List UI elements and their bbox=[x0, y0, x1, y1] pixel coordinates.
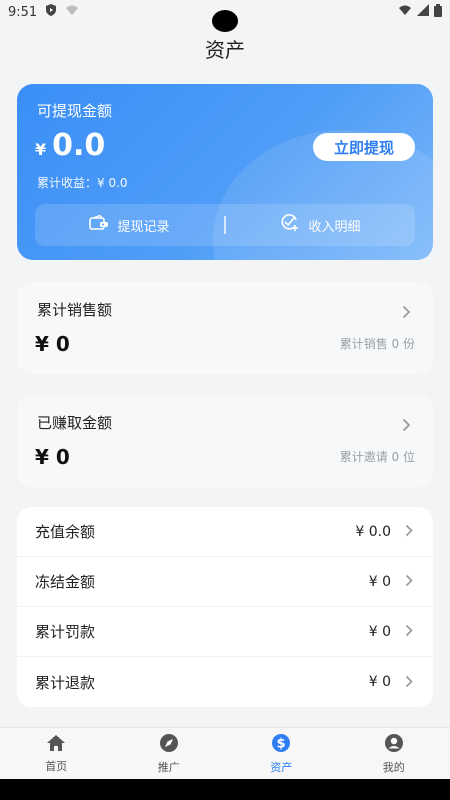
wallet-actions: 提现记录 收入明细 bbox=[35, 204, 415, 246]
status-time: 9:51 bbox=[8, 4, 38, 20]
balance-label: 冻结金额 bbox=[35, 573, 96, 591]
chevron-right-icon bbox=[405, 622, 413, 641]
chevron-right-icon bbox=[402, 304, 411, 323]
income-check-icon bbox=[280, 214, 300, 236]
page-title: 资产 bbox=[205, 38, 245, 62]
wallet-card: 可提现金额 ¥ 0.0 立即提现 累计收益：¥ 0.0 提现记录 收入明细 bbox=[17, 84, 433, 260]
balance-value: ¥ 0 bbox=[368, 623, 391, 640]
withdrawable-label: 可提现金额 bbox=[37, 102, 113, 120]
balance-value: ¥ 0 bbox=[368, 674, 391, 690]
tab-assets[interactable]: $ 资产 bbox=[225, 728, 338, 779]
balance-label: 累计罚款 bbox=[35, 623, 96, 641]
withdrawable-amount: ¥ 0.0 bbox=[35, 128, 105, 163]
list-item-frozen-amount[interactable]: 冻结金额 ¥ 0 bbox=[17, 557, 433, 607]
earned-amount-value: ¥ 0 bbox=[35, 445, 70, 469]
income-detail-button[interactable]: 收入明细 bbox=[226, 214, 415, 236]
tab-label: 资产 bbox=[270, 760, 293, 774]
bottom-tab-bar: 首页 推广 $ 资产 我的 bbox=[0, 727, 450, 779]
withdraw-now-button[interactable]: 立即提现 bbox=[313, 133, 415, 161]
cumulative-income: 累计收益：¥ 0.0 bbox=[37, 174, 128, 191]
signal-icon bbox=[417, 4, 429, 20]
camera-cutout bbox=[212, 10, 238, 32]
list-item-total-fines[interactable]: 累计罚款 ¥ 0 bbox=[17, 607, 433, 657]
compass-icon bbox=[159, 733, 179, 756]
user-icon bbox=[384, 733, 404, 756]
tab-home[interactable]: 首页 bbox=[0, 728, 113, 779]
chevron-right-icon bbox=[402, 417, 411, 436]
svg-text:$: $ bbox=[277, 736, 286, 751]
earned-amount-card[interactable]: 已赚取金额 ¥ 0 累计邀请 0 位 bbox=[17, 395, 433, 487]
tab-label: 推广 bbox=[157, 760, 180, 774]
chevron-right-icon bbox=[405, 522, 413, 541]
dollar-icon: $ bbox=[271, 733, 291, 756]
tab-label: 首页 bbox=[45, 759, 68, 773]
balance-label: 累计退款 bbox=[35, 673, 96, 692]
total-sales-card[interactable]: 累计销售额 ¥ 0 累计销售 0 份 bbox=[17, 282, 433, 374]
earned-amount-title: 已赚取金额 bbox=[37, 414, 113, 432]
shield-play-icon bbox=[45, 4, 57, 20]
cumulative-income-text: 累计收益：¥ 0.0 bbox=[37, 176, 128, 190]
chevron-right-icon bbox=[405, 673, 413, 692]
chevron-right-icon bbox=[405, 572, 413, 591]
invite-count: 累计邀请 0 位 bbox=[339, 450, 415, 464]
list-item-total-refunds[interactable]: 累计退款 ¥ 0 bbox=[17, 657, 433, 707]
battery-icon bbox=[434, 3, 442, 21]
withdraw-record-button[interactable]: 提现记录 bbox=[35, 214, 224, 235]
balance-label: 充值余额 bbox=[35, 523, 96, 541]
tab-promote[interactable]: 推广 bbox=[113, 728, 226, 779]
currency-symbol: ¥ bbox=[35, 140, 47, 159]
total-sales-title: 累计销售额 bbox=[37, 301, 113, 319]
amount-value: 0.0 bbox=[52, 128, 106, 163]
wifi-off-icon bbox=[65, 4, 79, 20]
balance-value: ¥ 0.0 bbox=[355, 523, 391, 540]
tab-label: 我的 bbox=[382, 760, 405, 774]
total-sales-count: 累计销售 0 份 bbox=[339, 337, 415, 351]
tab-mine[interactable]: 我的 bbox=[338, 728, 450, 779]
list-item-recharge-balance[interactable]: 充值余额 ¥ 0.0 bbox=[17, 507, 433, 557]
balance-value: ¥ 0 bbox=[368, 573, 391, 590]
balance-list: 充值余额 ¥ 0.0 冻结金额 ¥ 0 累计罚款 ¥ 0 累计退款 ¥ 0 bbox=[17, 507, 433, 707]
withdraw-record-label: 提现记录 bbox=[117, 219, 170, 235]
total-sales-value: ¥ 0 bbox=[35, 332, 70, 356]
wallet-record-icon bbox=[89, 214, 109, 235]
wifi-icon bbox=[398, 4, 412, 20]
income-detail-label: 收入明细 bbox=[308, 219, 361, 235]
home-icon bbox=[46, 734, 66, 755]
system-nav-bar bbox=[0, 779, 450, 800]
